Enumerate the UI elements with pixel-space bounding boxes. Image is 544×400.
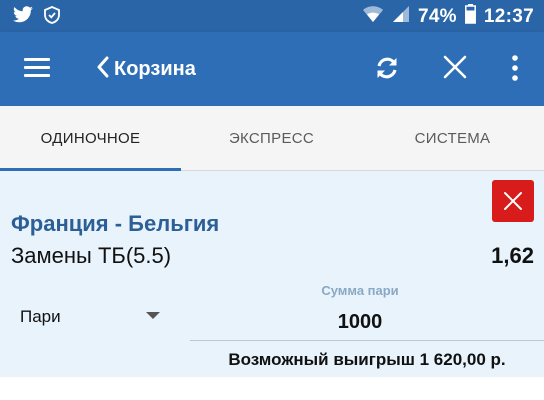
- tab-label: СИСТЕМА: [414, 129, 491, 147]
- shield-icon: [44, 6, 60, 29]
- tab-label: ЭКСПРЕСС: [228, 129, 315, 147]
- stake-underline: [190, 340, 544, 341]
- more-vert-icon[interactable]: [508, 54, 522, 87]
- back-chevron-icon: [96, 56, 110, 83]
- status-bar: 74% 12:37: [0, 0, 544, 32]
- stake-input[interactable]: 1000: [190, 311, 530, 334]
- tab-system[interactable]: СИСТЕМА: [362, 106, 543, 170]
- page-title: Корзина: [114, 58, 196, 80]
- odds-value: 1,62: [491, 243, 534, 268]
- back-button[interactable]: Корзина: [96, 56, 196, 83]
- potential-payout: Возможный выигрыш 1 620,00 р.: [228, 350, 506, 369]
- remove-x-icon: [504, 192, 522, 210]
- app-bar: Корзина: [0, 32, 544, 106]
- bet-card: Франция - Бельгия Замены ТБ(5.5) 1,62 Па…: [0, 171, 544, 377]
- tab-label: ОДИНОЧНОЕ: [40, 129, 141, 147]
- menu-icon[interactable]: [24, 58, 50, 78]
- status-left: [12, 6, 60, 29]
- battery-percent: 74%: [417, 5, 457, 27]
- close-icon[interactable]: [442, 54, 468, 85]
- status-right: 74% 12:37: [362, 4, 534, 29]
- tab-single[interactable]: ОДИНОЧНОЕ: [0, 106, 181, 171]
- refresh-icon[interactable]: [373, 54, 401, 87]
- bet-type-value: Пари: [20, 307, 61, 326]
- remove-bet-button[interactable]: [492, 180, 534, 222]
- twitter-icon: [12, 6, 34, 29]
- battery-icon: [464, 4, 476, 29]
- bet-type-tabs: ОДИНОЧНОЕ ЭКСПРЕСС СИСТЕМА: [0, 106, 544, 171]
- dropdown-arrow-icon: [146, 312, 160, 319]
- stake-label: Сумма пари: [321, 283, 399, 298]
- payout-strip: [0, 377, 544, 400]
- wifi-icon: [362, 5, 384, 28]
- signal-icon: [392, 5, 410, 28]
- match-name: Франция - Бельгия: [11, 211, 220, 236]
- market-name: Замены ТБ(5.5): [11, 243, 172, 268]
- tab-express[interactable]: ЭКСПРЕСС: [181, 106, 362, 170]
- clock: 12:37: [483, 5, 534, 27]
